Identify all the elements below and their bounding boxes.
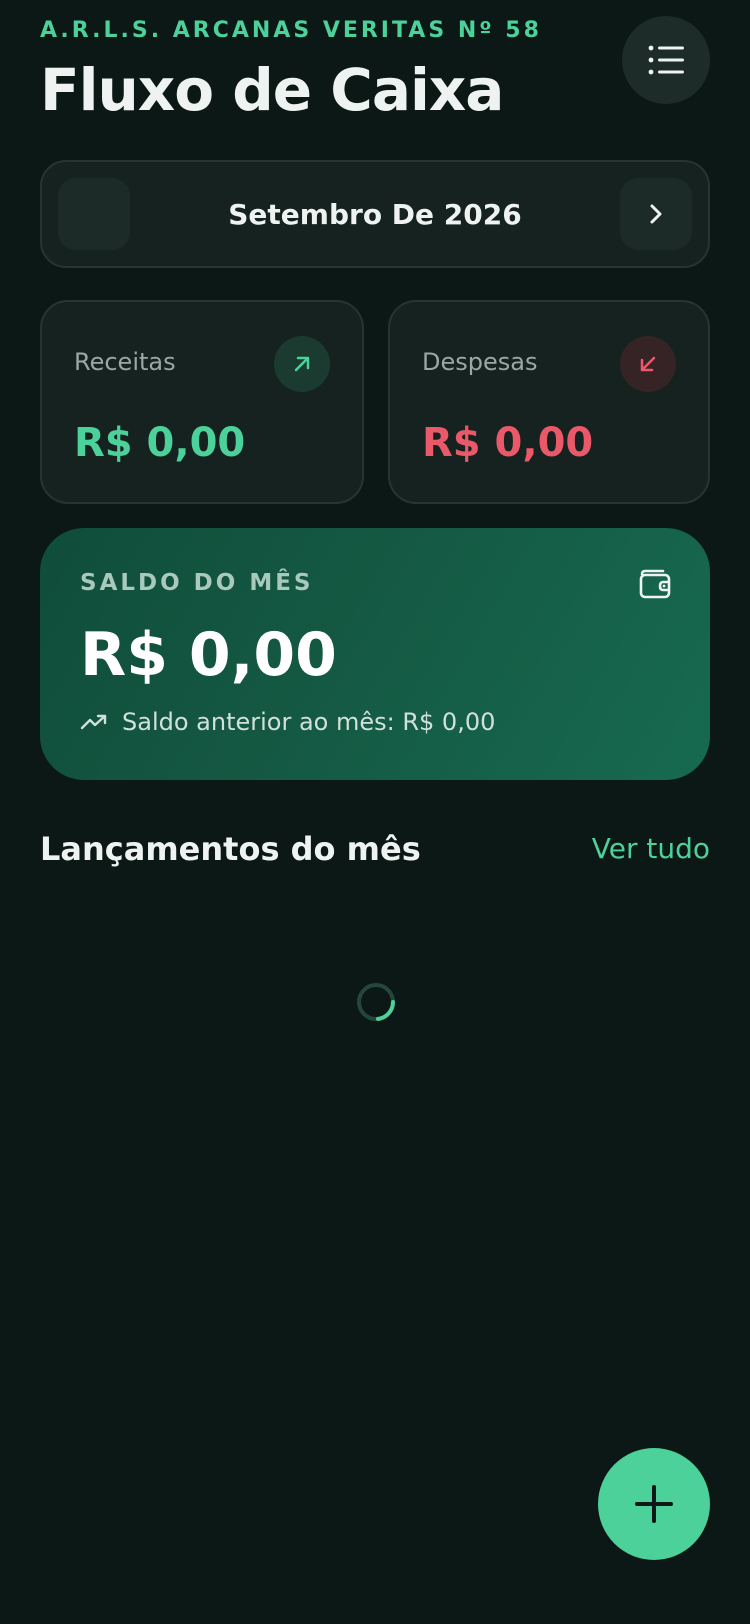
wallet-icon (639, 569, 671, 599)
loading-spinner-icon (357, 983, 396, 1021)
balance-value: R$ 0,00 (80, 620, 337, 690)
balance-card: SALDO DO MÊS R$ 0,00 Saldo anterior ao m… (40, 528, 710, 780)
arrow-down-left-icon (640, 356, 656, 372)
income-card[interactable]: Receitas R$ 0,00 (40, 300, 364, 504)
menu-button[interactable] (622, 16, 710, 104)
balance-label: SALDO DO MÊS (80, 570, 314, 596)
trending-up-icon (80, 714, 107, 730)
expense-value: R$ 0,00 (422, 420, 594, 466)
plus-icon (635, 1485, 673, 1523)
income-icon-badge (274, 336, 330, 392)
income-label: Receitas (74, 348, 176, 376)
next-month-button[interactable] (620, 178, 692, 250)
entries-section-title: Lançamentos do mês (40, 830, 421, 868)
add-entry-button[interactable] (598, 1448, 710, 1560)
list-menu-icon (648, 45, 684, 75)
month-selector: Setembro De 2026 (40, 160, 710, 268)
chevron-right-icon (650, 204, 662, 224)
see-all-link[interactable]: Ver tudo (592, 832, 710, 865)
expense-label: Despesas (422, 348, 538, 376)
previous-balance: Saldo anterior ao mês: R$ 0,00 (80, 708, 495, 736)
expense-icon-badge (620, 336, 676, 392)
organization-name: A.R.L.S. ARCANAS VERITAS Nº 58 (40, 18, 542, 43)
previous-balance-text: Saldo anterior ao mês: R$ 0,00 (122, 708, 496, 736)
arrow-up-right-icon (294, 356, 310, 372)
page-title: Fluxo de Caixa (40, 56, 504, 124)
income-value: R$ 0,00 (74, 420, 246, 466)
current-month-label: Setembro De 2026 (228, 197, 522, 231)
expense-card[interactable]: Despesas R$ 0,00 (388, 300, 710, 504)
